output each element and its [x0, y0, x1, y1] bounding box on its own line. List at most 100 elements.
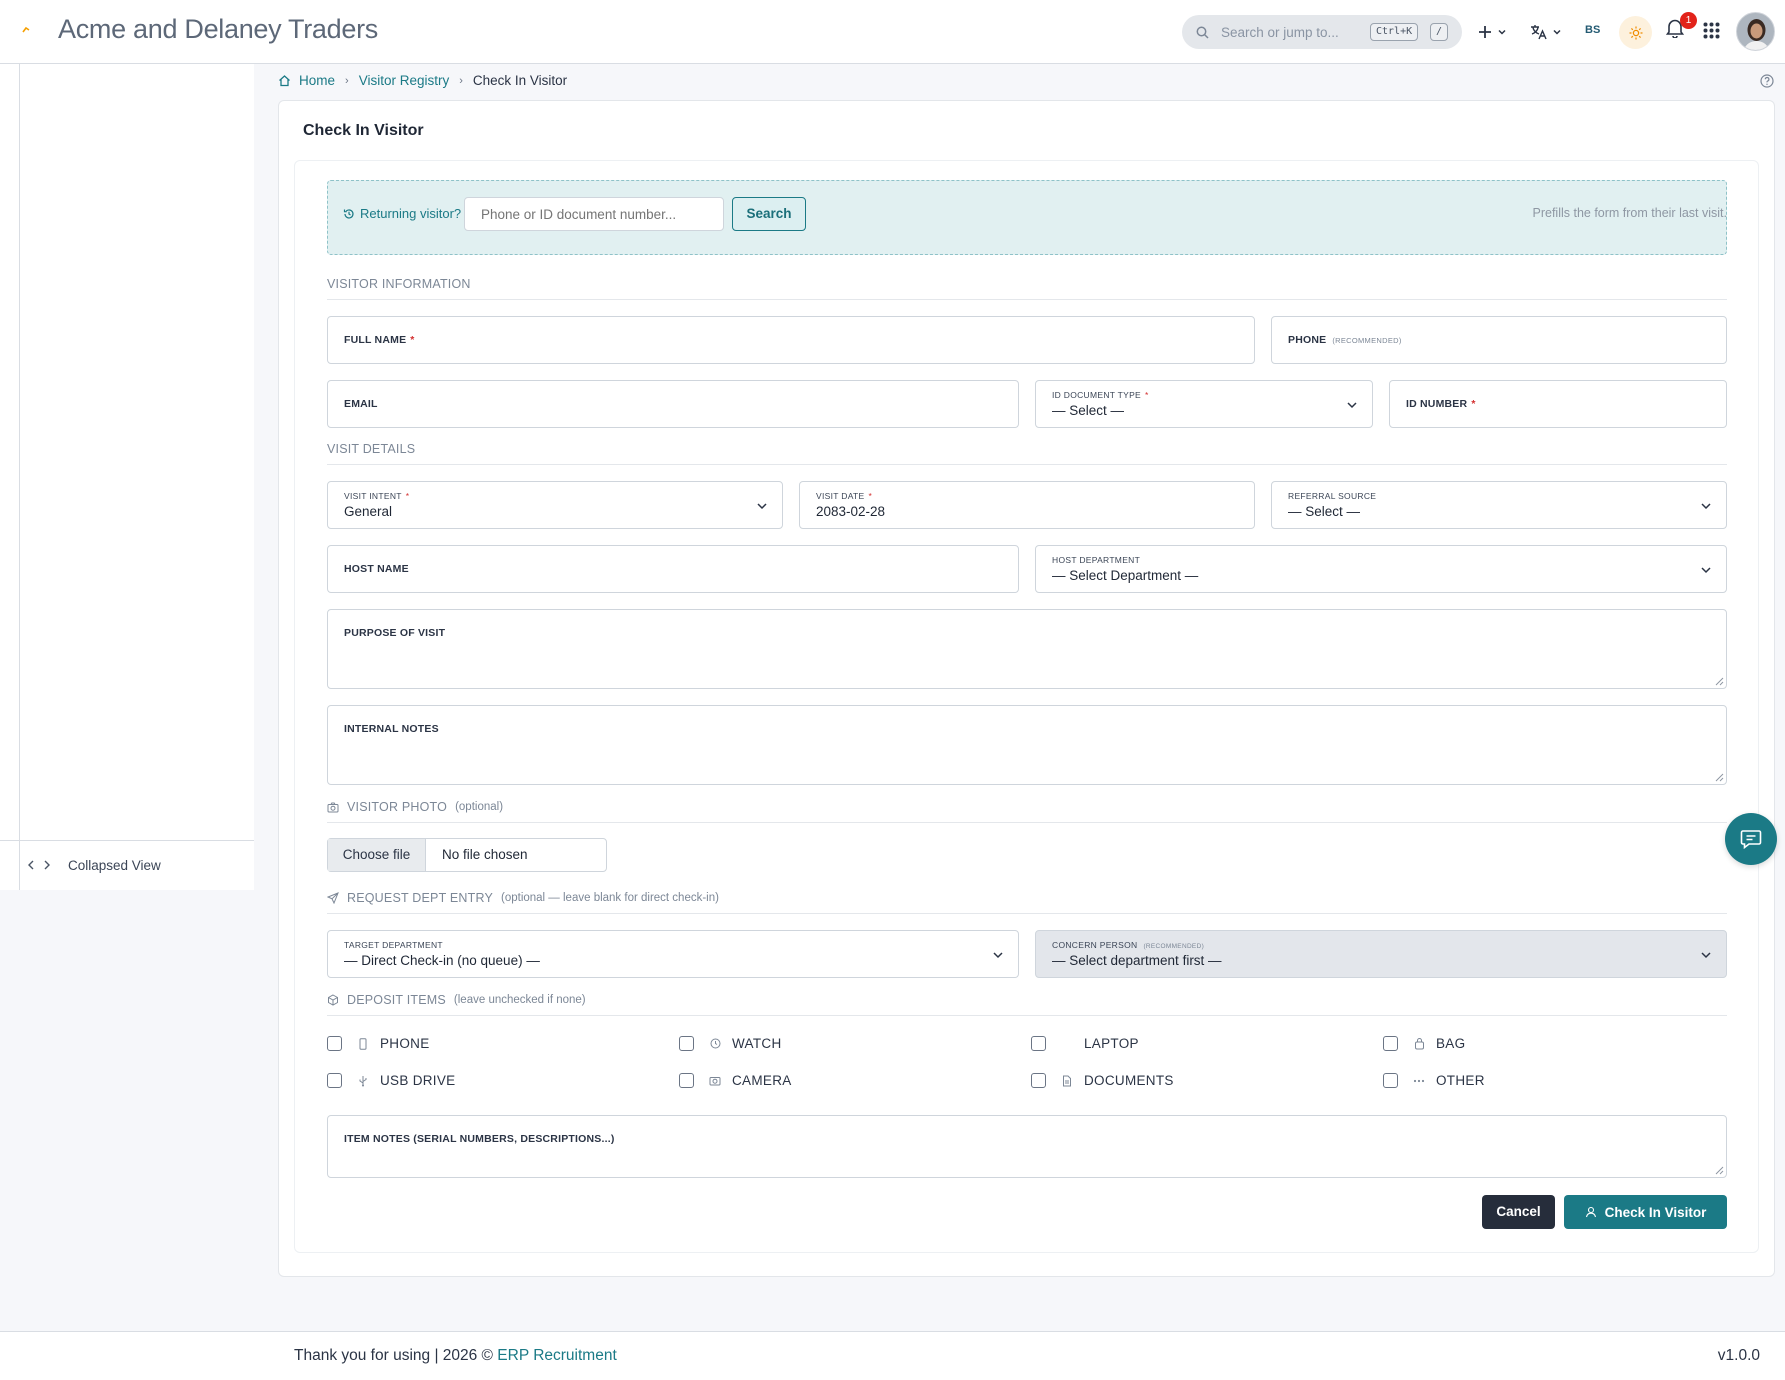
visit-date-field[interactable]: VISIT DATE * 2083-02-28: [799, 481, 1255, 529]
collapse-sidebar-toggle[interactable]: Collapsed View: [0, 840, 254, 890]
sidebar: [0, 64, 254, 890]
referral-source-select[interactable]: REFERRAL SOURCE — Select —: [1271, 481, 1727, 529]
full-name-field[interactable]: FULL NAME *: [327, 316, 1255, 364]
global-search[interactable]: Search or jump to... Ctrl+K /: [1182, 15, 1462, 49]
plus-icon: [1479, 26, 1491, 38]
resize-grip-icon[interactable]: [1715, 773, 1724, 782]
breadcrumb-separator-icon: ›: [459, 74, 463, 87]
deposit-usb-drive-checkbox[interactable]: USB DRIVE: [327, 1073, 455, 1088]
concern-person-label: CONCERN PERSON: [1052, 940, 1138, 950]
target-department-value: — Direct Check-in (no queue) —: [344, 953, 540, 968]
deposit-laptop-checkbox[interactable]: LAPTOP: [1031, 1036, 1139, 1051]
checkbox[interactable]: [1383, 1073, 1398, 1088]
deposit-documents-checkbox[interactable]: DOCUMENTS: [1031, 1073, 1174, 1088]
chat-icon: [1740, 830, 1762, 849]
visit-intent-value: General: [344, 504, 393, 519]
choose-file-button[interactable]: Choose file: [328, 839, 426, 871]
chevron-down-icon: [1498, 29, 1506, 35]
user-photo: [1737, 13, 1774, 50]
logo-icon[interactable]: [21, 24, 31, 38]
app-title[interactable]: Acme and Delaney Traders: [58, 14, 378, 45]
host-department-value: — Select Department —: [1052, 568, 1199, 583]
user-icon: [1585, 1206, 1596, 1218]
section-visitor-information: VISITOR INFORMATION: [327, 277, 1727, 300]
host-department-select[interactable]: HOST DEPARTMENT — Select Department —: [1035, 545, 1727, 593]
app-version: v1.0.0: [1717, 1347, 1760, 1364]
breadcrumb-visitor-registry[interactable]: Visitor Registry: [359, 73, 450, 88]
visit-date-label: VISIT DATE: [816, 491, 865, 501]
quick-add-button[interactable]: [1478, 18, 1507, 46]
target-department-label: TARGET DEPARTMENT: [344, 940, 443, 950]
checkbox[interactable]: [1031, 1036, 1046, 1051]
referral-source-value: — Select —: [1288, 504, 1361, 519]
deposit-camera-checkbox[interactable]: CAMERA: [679, 1073, 792, 1088]
search-placeholder: Search or jump to...: [1221, 24, 1339, 40]
checkbox[interactable]: [327, 1073, 342, 1088]
check-in-visitor-button[interactable]: Check In Visitor: [1564, 1195, 1727, 1229]
home-icon: [279, 75, 290, 87]
deposit-bag-checkbox[interactable]: BAG: [1383, 1036, 1465, 1051]
item-notes-label: ITEM NOTES (SERIAL NUMBERS, DESCRIPTIONS…: [344, 1133, 615, 1145]
purpose-of-visit-textarea[interactable]: PURPOSE OF VISIT: [327, 609, 1727, 689]
camera-icon: [706, 1075, 724, 1086]
language-button[interactable]: [1530, 18, 1562, 46]
user-initials[interactable]: BS: [1585, 24, 1600, 36]
cancel-button[interactable]: Cancel: [1482, 1195, 1555, 1229]
returning-visitor-hint: Prefills the form from their last visit.: [1532, 206, 1728, 220]
visit-intent-select[interactable]: VISIT INTENT * General: [327, 481, 783, 529]
help-button[interactable]: [1760, 74, 1774, 93]
breadcrumb-home[interactable]: Home: [299, 73, 335, 88]
checkbox[interactable]: [327, 1036, 342, 1051]
checkbox[interactable]: [679, 1036, 694, 1051]
box-icon: [328, 994, 338, 1006]
apps-grid-button[interactable]: [1703, 22, 1720, 44]
document-icon: [1058, 1075, 1076, 1087]
target-department-select[interactable]: TARGET DEPARTMENT — Direct Check-in (no …: [327, 930, 1019, 978]
id-number-field[interactable]: ID NUMBER *: [1389, 380, 1727, 428]
footer-link[interactable]: ERP Recruitment: [497, 1347, 616, 1364]
section-deposit-items: DEPOSIT ITEMS (leave unchecked if none): [327, 993, 1727, 1016]
search-icon: [1196, 26, 1209, 39]
visit-intent-label: VISIT INTENT: [344, 491, 402, 501]
id-document-type-select[interactable]: ID DOCUMENT TYPE * — Select —: [1035, 380, 1373, 428]
returning-visitor-search-input[interactable]: [464, 197, 724, 231]
shortcut-key: Ctrl+K: [1370, 23, 1419, 41]
id-document-type-value: — Select —: [1052, 403, 1125, 418]
deposit-phone-checkbox[interactable]: PHONE: [327, 1036, 430, 1051]
phone-field[interactable]: PHONE (RECOMMENDED): [1271, 316, 1727, 364]
internal-notes-textarea[interactable]: INTERNAL NOTES: [327, 705, 1727, 785]
checkbox[interactable]: [1383, 1036, 1398, 1051]
email-field[interactable]: EMAIL: [327, 380, 1019, 428]
deposit-watch-checkbox[interactable]: WATCH: [679, 1036, 782, 1051]
purpose-of-visit-label: PURPOSE OF VISIT: [344, 627, 446, 639]
avatar[interactable]: [1736, 12, 1775, 51]
concern-person-select: CONCERN PERSON (RECOMMENDED) — Select dep…: [1035, 930, 1727, 978]
resize-grip-icon[interactable]: [1715, 677, 1724, 686]
notification-badge: 1: [1680, 12, 1697, 29]
returning-visitor-label: Returning visitor?: [343, 206, 461, 221]
bag-icon: [1410, 1037, 1428, 1050]
host-name-field[interactable]: HOST NAME: [327, 545, 1019, 593]
checkbox[interactable]: [1031, 1073, 1046, 1088]
usb-icon: [354, 1075, 372, 1087]
concern-person-value: — Select department first —: [1052, 953, 1222, 968]
chat-button[interactable]: [1725, 813, 1777, 865]
visitor-photo-file-input[interactable]: Choose file No file chosen: [327, 838, 607, 872]
deposit-other-checkbox[interactable]: OTHER: [1383, 1073, 1485, 1088]
section-visitor-photo: VISITOR PHOTO (optional): [327, 800, 1727, 823]
visit-date-value: 2083-02-28: [816, 504, 886, 519]
translate-icon: [1531, 25, 1547, 40]
phone-label: PHONE: [1288, 334, 1327, 346]
returning-visitor-search-button[interactable]: Search: [732, 197, 806, 231]
help-icon: [1760, 74, 1774, 88]
section-visit-details: VISIT DETAILS: [327, 442, 1727, 465]
slash-key: /: [1430, 23, 1449, 41]
file-status: No file chosen: [442, 847, 528, 862]
id-number-label: ID NUMBER: [1406, 398, 1468, 410]
footer: Thank you for using | 2026 © ERP Recruit…: [0, 1331, 1785, 1380]
resize-grip-icon[interactable]: [1715, 1166, 1724, 1175]
checkbox[interactable]: [679, 1073, 694, 1088]
chevron-down-icon: [993, 952, 1003, 959]
item-notes-textarea[interactable]: ITEM NOTES (SERIAL NUMBERS, DESCRIPTIONS…: [327, 1115, 1727, 1178]
theme-toggle[interactable]: [1619, 16, 1652, 49]
